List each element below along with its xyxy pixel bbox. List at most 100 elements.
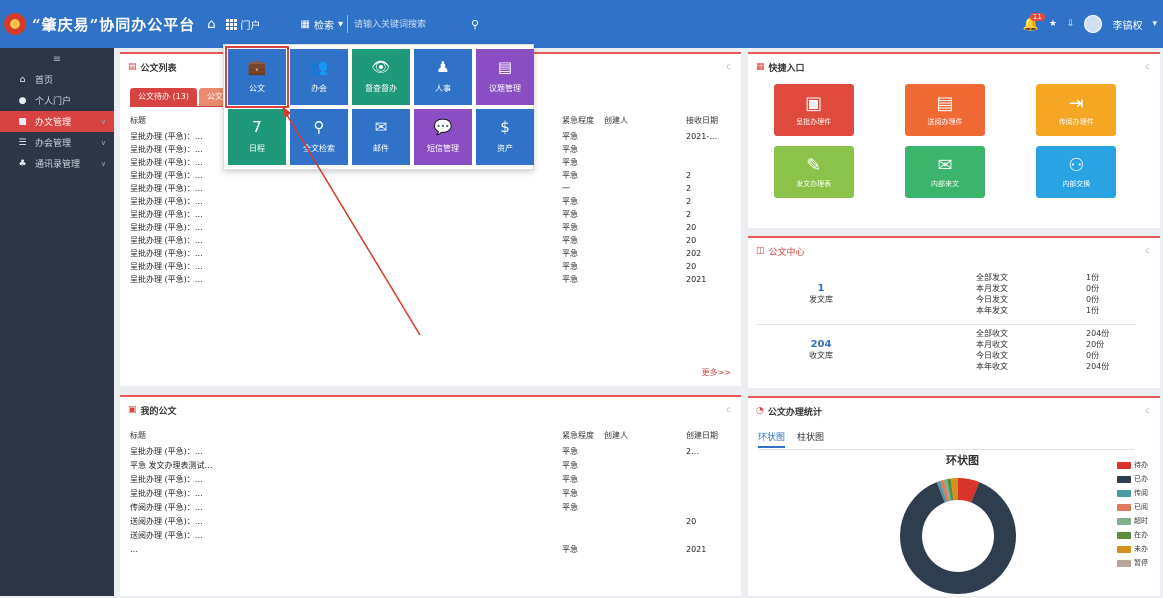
stat-value: 1份 [1086,273,1100,282]
quick-entry-panel: ▦ 快捷入口 c ▣ 呈批办理件 ▤ 送阅办理件 ⇥ 传阅办理件 ✎ 发文办理表 ✉ 内部来文 ⚇ 内… [748,52,1160,228]
menu-tile-8[interactable]: 💬 短信管理 [414,109,472,165]
quick-entry-item[interactable]: ⇥ 传阅办理件 [1011,84,1142,136]
table-row[interactable]: 呈批办理 (平急)：… 平急 2… [130,445,736,458]
bell-icon[interactable]: 🔔 11 [1023,12,1045,32]
tile-label: 督查督办 [365,84,397,93]
table-row[interactable]: 呈批办理 (平急)：… 平急 2021 [130,273,736,286]
star-icon[interactable]: ★ [1049,19,1057,29]
menu-toggle-icon[interactable]: ≡ [0,48,114,69]
center-icon: ◫ [756,246,765,256]
quick-entry-item[interactable]: ▤ 送阅办理件 [879,84,1010,136]
refresh-icon[interactable]: c [727,405,731,414]
table-row[interactable]: 传阅办理 (平急)：… 平急 [130,501,736,514]
menu-tile-1[interactable]: 👥 办会 [290,49,348,105]
table-row[interactable]: 呈批办理 (平急)：… 平急 20 [130,260,736,273]
more-link[interactable]: 更多>> [702,367,731,378]
search-area: ▦ 检索 ▾ ⚲ [301,15,479,33]
chart-tabs: 环状图 柱状图 [758,430,824,448]
chart-title: 环状图 [946,453,979,467]
refresh-icon[interactable]: c [1146,406,1150,415]
panel-title: ◫ 公文中心 [748,238,1160,264]
refresh-icon[interactable]: c [1146,246,1150,255]
quick-entry-glyph: ⚇ [1068,155,1085,176]
tab-donut-chart[interactable]: 环状图 [758,430,786,448]
download-icon[interactable]: ⇩ [1067,19,1075,29]
row-priority: 平急 [562,475,578,484]
sidebar-item-doc-management[interactable]: ■ 办文管理 ∨ [0,111,114,132]
table-row[interactable]: 送阅办理 (平急)：… [130,529,736,542]
refresh-icon[interactable]: c [727,62,731,71]
quick-entry-item[interactable]: ▣ 呈批办理件 [748,84,879,136]
quick-entry-label: 内部交换 [1062,180,1091,188]
logo-icon [4,13,26,35]
stat-value: 204份 [1086,362,1110,371]
tile-icon: ▤ [497,58,513,76]
table-row[interactable]: 呈批办理 (平急)：… 一 2 [130,182,736,195]
user-name[interactable]: 李镐权 [1112,17,1142,32]
search-input[interactable] [347,15,458,33]
legend-swatch [1117,489,1131,497]
quick-entry-item[interactable]: ✉ 内部来文 [879,146,1010,198]
legend-item[interactable]: 在办 [1117,530,1148,540]
table-row[interactable]: 呈批办理 (平急)：… 平急 2 [130,208,736,221]
sidebar-item-contacts[interactable]: ♣ 通讯录管理 ∨ [0,153,114,174]
stats-icon: ◔ [756,406,764,416]
briefcase-icon: ■ [18,116,27,127]
table-row[interactable]: 呈批办理 (平急)：… 平急 2 [130,195,736,208]
sidebar-item-portal[interactable]: ● 个人门户 [0,90,114,111]
legend-item[interactable]: 已办 [1117,474,1148,484]
sidebar-item-label: 首页 [35,76,54,86]
legend-item[interactable]: 未办 [1117,544,1148,554]
table-row[interactable]: 平急 发文办理表测试… 平急 [130,459,736,472]
table-row[interactable]: 呈批办理 (平急)：… 平急 202 [130,247,736,260]
table-row[interactable]: … 平急 2021 [130,543,736,556]
avatar[interactable] [1084,15,1103,33]
my-docs-panel: ▣ 我的公文 c 标题 紧急程度 创建人 创建日期 呈批办理 (平急)：… 平急 2… [120,395,741,596]
tile-icon: 💬 [433,118,453,136]
refresh-icon[interactable]: c [1146,62,1150,71]
sidebar-item-label: 个人门户 [35,97,72,107]
sidebar-item-meeting-management[interactable]: ☰ 办会管理 ∨ [0,132,114,153]
tab-pending[interactable]: 公文待办 (13) [130,88,197,106]
menu-tile-3[interactable]: ♟ 人事 [414,49,472,105]
legend-label: 暂停 [1134,559,1148,567]
menu-tile-7[interactable]: ✉ 邮件 [352,109,410,165]
search-type-select[interactable]: 检索 [314,17,334,32]
portal-menu-button[interactable]: 门户 [225,17,261,32]
menu-tile-2[interactable]: 👁 督查督办 [352,49,410,105]
row-priority: 平急 [562,171,578,180]
table-row[interactable]: 呈批办理 (平急)：… 平急 [130,473,736,486]
legend-item[interactable]: 超时 [1117,516,1148,526]
legend-item[interactable]: 暂停 [1117,558,1148,568]
user-chevron-icon[interactable]: ▾ [1152,19,1157,29]
legend-item[interactable]: 传阅 [1117,488,1148,498]
menu-tile-5[interactable]: 7 日程 [228,109,286,165]
table-row[interactable]: 送阅办理 (平急)：… 20 [130,515,736,528]
home-icon[interactable]: ⌂ [207,17,215,32]
table-row[interactable]: 呈批办理 (平急)：… 平急 [130,487,736,500]
tile-icon: ✉ [374,118,388,136]
tile-icon: $ [500,118,510,136]
stat-list: 全部收文 204份 本月收文 20份 今日收文 0份 本年收文 204份 [886,328,1109,372]
table-row[interactable]: 呈批办理 (平急)：… 平急 2 [130,169,736,182]
doc-center-panel: ◫ 公文中心 c 1 发文库 全部发文 1份 本月发文 0份 今日发文 0份 本年发文 1份 204… [748,236,1160,388]
quick-entry-item[interactable]: ✎ 发文办理表 [748,146,879,198]
table-row[interactable]: 呈批办理 (平急)：… 平急 20 [130,234,736,247]
legend-item[interactable]: 待办 [1117,460,1148,470]
row-date: 2 [686,210,692,219]
search-icon[interactable]: ⚲ [471,18,479,31]
stat-summary[interactable]: 204 收文库 [756,339,886,361]
menu-tile-4[interactable]: ▤ 议题管理 [476,49,534,105]
quick-entry-item[interactable]: ⚇ 内部交换 [1011,146,1142,198]
menu-tile-6[interactable]: ⚲ 全文检索 [290,109,348,165]
menu-tile-9[interactable]: $ 资产 [476,109,534,165]
menu-tile-0[interactable]: 💼 公文 [225,46,289,108]
legend-item[interactable]: 已阅 [1117,502,1148,512]
quick-entry-glyph: ⇥ [1068,93,1084,114]
row-date: 20 [686,517,697,526]
tab-bar-chart[interactable]: 柱状图 [797,430,824,448]
table-row[interactable]: 呈批办理 (平急)：… 平急 20 [130,221,736,234]
stat-summary[interactable]: 1 发文库 [756,283,886,305]
row-title: 呈批办理 (平急)：… [130,275,203,284]
sidebar-item-home[interactable]: ⌂ 首页 [0,69,114,90]
